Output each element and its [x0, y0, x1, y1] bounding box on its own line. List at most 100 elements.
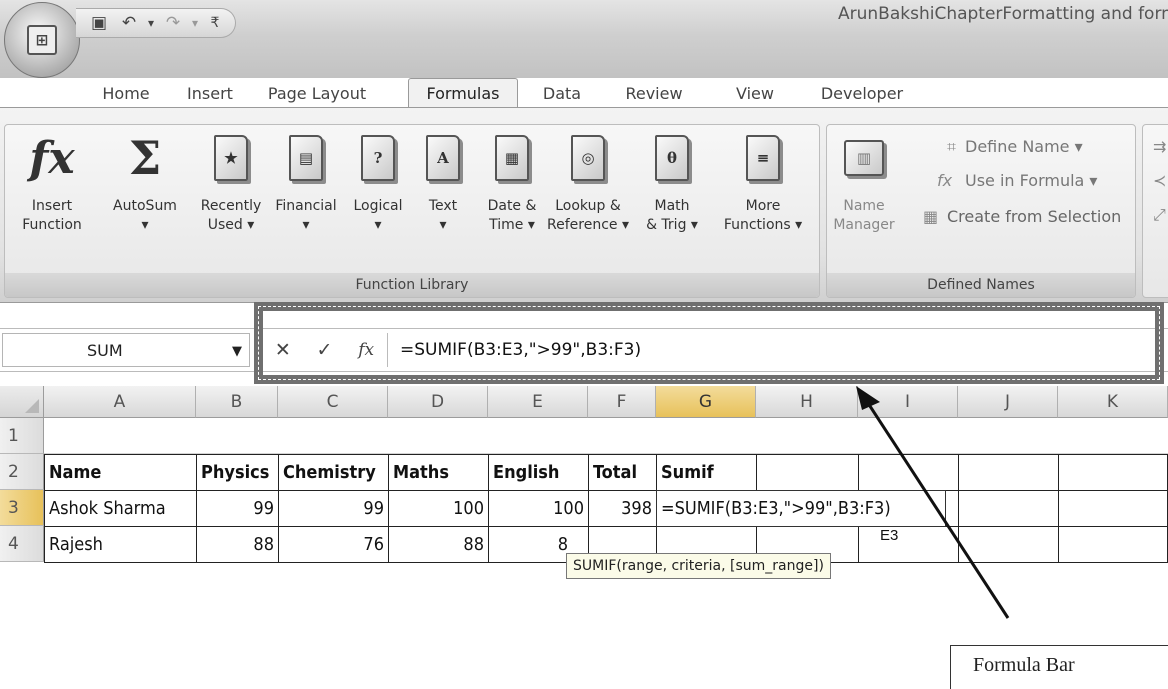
cell-b3[interactable]: 99	[196, 490, 279, 527]
select-all-button[interactable]	[0, 386, 44, 418]
math-trig-label: Math & Trig ▾	[646, 198, 698, 233]
row-header-1[interactable]: 1	[0, 418, 44, 454]
cell-j2[interactable]	[958, 454, 1059, 491]
remove-arrows-icon[interactable]: ⤢	[1153, 205, 1166, 225]
select-all-triangle-icon	[25, 399, 39, 413]
financial-button[interactable]: ▤ Financial ▾	[269, 131, 343, 235]
column-header-f[interactable]: F	[588, 386, 656, 418]
name-box[interactable]: SUM	[2, 333, 250, 367]
cell-h2[interactable]	[756, 454, 859, 491]
enter-icon[interactable]: ✓	[317, 339, 333, 361]
cell-d3[interactable]: 100	[388, 490, 489, 527]
cell-d2[interactable]: Maths	[388, 454, 489, 491]
cell-e3[interactable]: 100	[488, 490, 589, 527]
cell-i4[interactable]	[858, 526, 959, 563]
defined-names-group: ▥ Name Manager ⌗ Define Name ▾ fx Use in F…	[826, 124, 1136, 298]
sigma-icon: Σ	[128, 131, 162, 185]
redo-icon[interactable]: ↷	[162, 12, 184, 34]
tab-home[interactable]: Home	[86, 78, 166, 108]
name-manager-button[interactable]: ▥ Name Manager	[829, 131, 899, 235]
use-in-formula-icon: fx	[937, 171, 953, 190]
column-header-j[interactable]: J	[958, 386, 1058, 418]
trace-dependents-icon[interactable]: ≺	[1153, 171, 1166, 190]
use-in-formula-button[interactable]: fx Use in Formula ▾	[937, 171, 1097, 190]
more-functions-book-icon: ≡	[746, 135, 780, 181]
cell-k2[interactable]	[1058, 454, 1168, 491]
save-icon[interactable]: ▣	[88, 12, 110, 34]
cell-b2[interactable]: Physics	[196, 454, 279, 491]
text-label: Text ▾	[428, 198, 458, 233]
row-1-cells[interactable]	[44, 418, 1168, 454]
cell-d4[interactable]: 88	[388, 526, 489, 563]
tab-developer[interactable]: Developer	[812, 78, 912, 108]
tab-view[interactable]: View	[720, 78, 790, 108]
lookup-reference-button[interactable]: ◎ Lookup & Reference ▾	[541, 131, 635, 235]
create-from-selection-button[interactable]: ▦ Create from Selection	[923, 207, 1121, 226]
logical-button[interactable]: ? Logical ▾	[343, 131, 413, 235]
cancel-icon[interactable]: ✕	[275, 339, 291, 361]
trace-precedents-icon[interactable]: ⇉	[1153, 137, 1166, 156]
cell-f3[interactable]: 398	[588, 490, 657, 527]
formula-bar: SUM ▼ ✕ ✓ fx =SUMIF(B3:E3,">99",B3:F3)	[0, 328, 1168, 372]
formula-bar-buttons: ✕ ✓ fx	[262, 333, 388, 367]
name-box-dropdown-icon[interactable]: ▼	[232, 344, 242, 359]
redo-dropdown-icon[interactable]: ▾	[184, 12, 206, 34]
function-library-group: fx Insert Function Σ AutoSum ▾ ★ Recentl…	[4, 124, 820, 298]
tab-data[interactable]: Data	[530, 78, 594, 108]
text-button[interactable]: A Text ▾	[415, 131, 471, 235]
column-header-b[interactable]: B	[196, 386, 278, 418]
row-header-4[interactable]: 4	[0, 526, 44, 562]
cell-g3-editing[interactable]: =SUMIF(B3:E3,">99",B3:F3)	[656, 490, 946, 527]
cell-a3[interactable]: Ashok Sharma	[44, 490, 197, 527]
cell-i3[interactable]	[945, 490, 959, 527]
cell-a2[interactable]: Name	[44, 454, 197, 491]
column-header-a[interactable]: A	[44, 386, 196, 418]
cell-c4[interactable]: 76	[278, 526, 389, 563]
date-time-book-icon: ▦	[495, 135, 529, 181]
logical-book-icon: ?	[361, 135, 395, 181]
formula-auditing-group: ⇉ ≺ ⤢	[1142, 124, 1168, 298]
cell-j4[interactable]	[958, 526, 1059, 563]
create-from-selection-icon: ▦	[923, 207, 939, 226]
cell-a4[interactable]: Rajesh	[44, 526, 197, 563]
cell-k4[interactable]	[1058, 526, 1168, 563]
cell-f2[interactable]: Total	[588, 454, 657, 491]
formula-input[interactable]: =SUMIF(B3:E3,">99",B3:F3)	[392, 333, 1162, 367]
math-trig-button[interactable]: θ Math & Trig ▾	[635, 131, 709, 235]
column-header-g[interactable]: G	[656, 386, 756, 418]
more-functions-button[interactable]: ≡ More Functions ▾	[713, 131, 813, 235]
cell-c3[interactable]: 99	[278, 490, 389, 527]
date-time-button[interactable]: ▦ Date & Time ▾	[479, 131, 545, 235]
insert-function-button[interactable]: fx Insert Function	[7, 131, 97, 235]
cell-c2[interactable]: Chemistry	[278, 454, 389, 491]
tab-formulas[interactable]: Formulas	[408, 78, 518, 108]
column-header-c[interactable]: C	[278, 386, 388, 418]
recently-used-button[interactable]: ★ Recently Used ▾	[191, 131, 271, 235]
column-header-k[interactable]: K	[1058, 386, 1168, 418]
cell-k3[interactable]	[1058, 490, 1168, 527]
column-header-i[interactable]: I	[858, 386, 958, 418]
column-header-d[interactable]: D	[388, 386, 488, 418]
define-name-button[interactable]: ⌗ Define Name ▾	[947, 137, 1083, 157]
tab-page-layout[interactable]: Page Layout	[252, 78, 382, 108]
cell-j3[interactable]	[958, 490, 1059, 527]
tab-insert[interactable]: Insert	[170, 78, 250, 108]
column-header-h[interactable]: H	[756, 386, 858, 418]
office-button[interactable]: ⊞	[4, 2, 80, 78]
customize-toolbar-icon[interactable]: ₹	[204, 12, 226, 34]
cell-i2[interactable]	[858, 454, 959, 491]
insert-function-fx-icon[interactable]: fx	[358, 340, 374, 360]
cell-e2[interactable]: English	[488, 454, 589, 491]
cell-g2[interactable]: Sumif	[656, 454, 757, 491]
row-header-3[interactable]: 3	[0, 490, 44, 526]
row-header-2[interactable]: 2	[0, 454, 44, 490]
undo-icon[interactable]: ↶	[118, 12, 140, 34]
name-manager-label: Name Manager	[833, 198, 895, 233]
column-header-e[interactable]: E	[488, 386, 588, 418]
autosum-button[interactable]: Σ AutoSum ▾	[105, 131, 185, 235]
tab-review[interactable]: Review	[612, 78, 696, 108]
undo-dropdown-icon[interactable]: ▾	[140, 12, 162, 34]
insert-function-label: Insert Function	[22, 198, 82, 233]
cell-b4[interactable]: 88	[196, 526, 279, 563]
formula-bar-callout: Formula Bar	[950, 645, 1168, 689]
